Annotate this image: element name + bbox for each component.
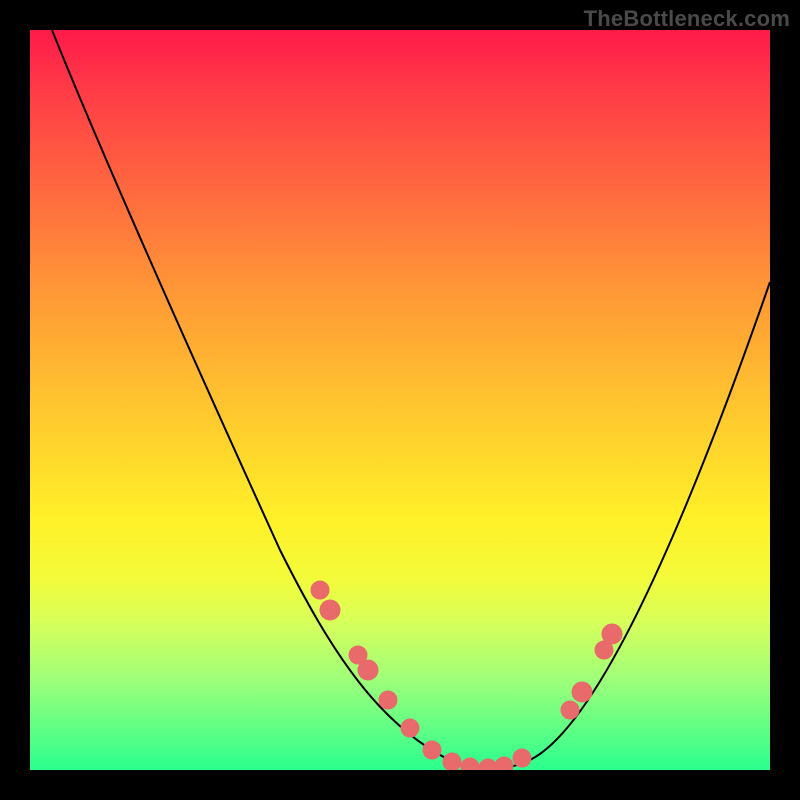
- chart-area: [30, 30, 770, 770]
- highlight-dots: [311, 581, 622, 770]
- watermark-text: TheBottleneck.com: [584, 6, 790, 32]
- bottleneck-curve-svg: [30, 30, 770, 770]
- curve-left-branch: [52, 30, 770, 768]
